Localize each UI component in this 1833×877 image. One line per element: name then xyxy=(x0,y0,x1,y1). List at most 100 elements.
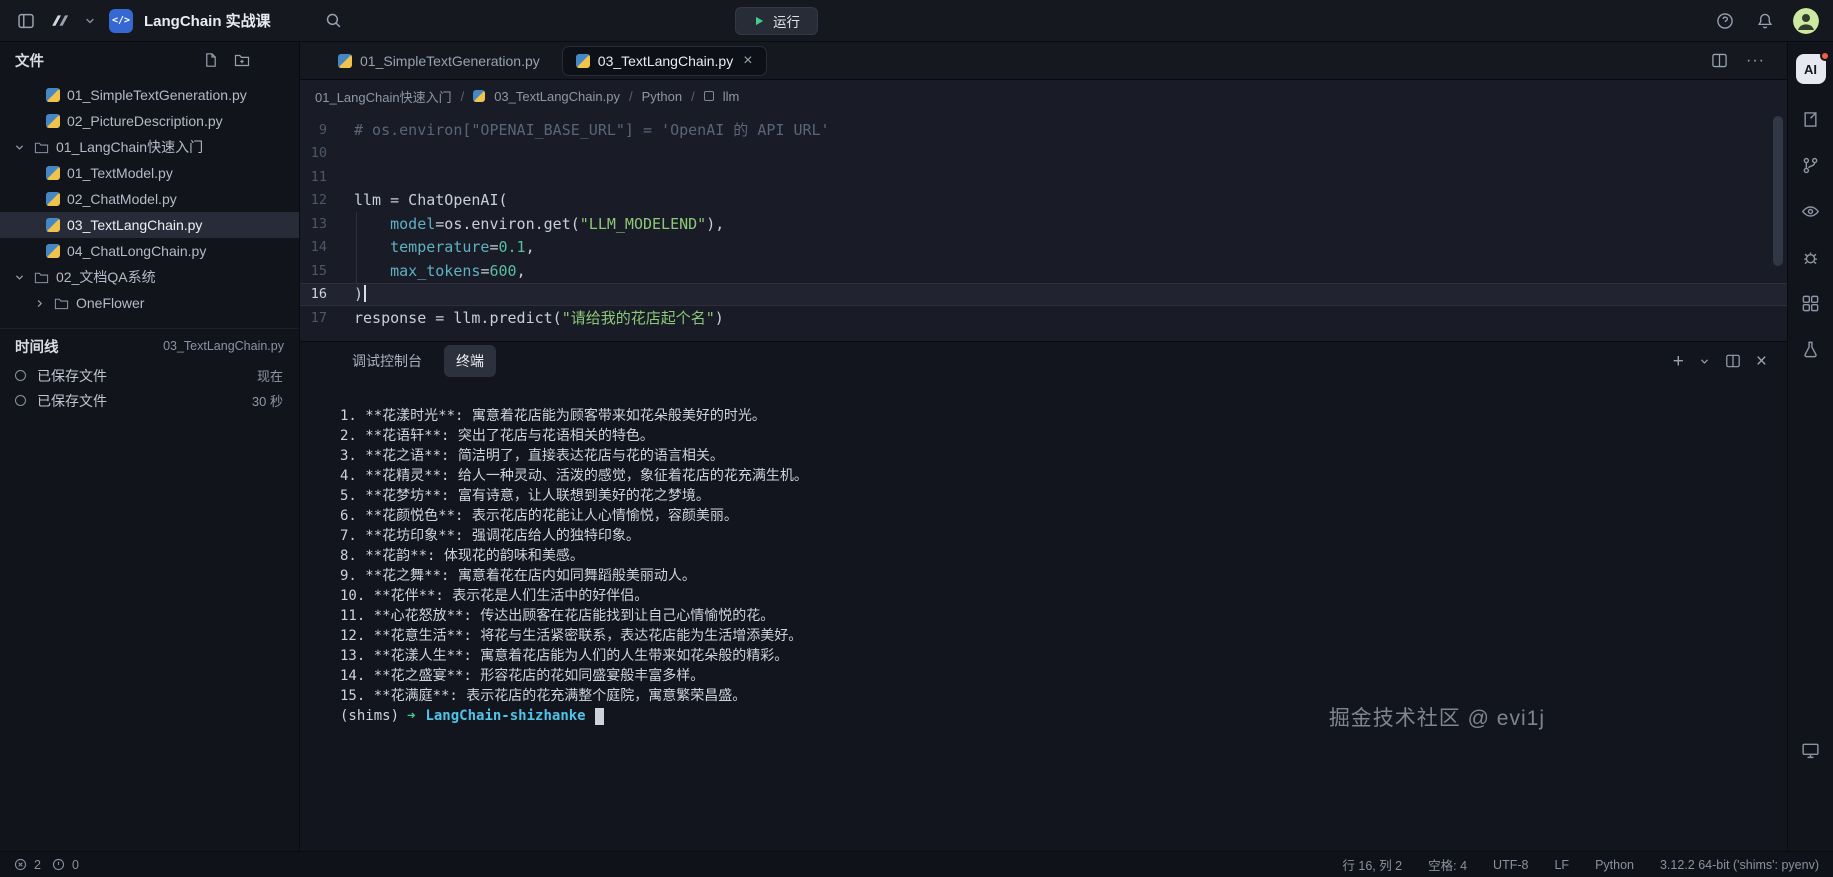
line-number: 12 xyxy=(310,192,327,209)
remote-window-icon[interactable] xyxy=(1800,739,1822,761)
code-line-16[interactable]: 16) xyxy=(300,282,1787,306)
warning-icon xyxy=(52,858,65,871)
breadcrumb-separator: / xyxy=(691,88,695,104)
terminal-output-line: 7. **花坊印象**: 强调花店给人的独特印象。 xyxy=(340,528,640,544)
code-line-9[interactable]: 9 # os.environ["OPENAI_BASE_URL"] = 'Open… xyxy=(300,118,1787,142)
breadcrumb-symbol[interactable]: llm xyxy=(723,89,740,104)
line-number: 11 xyxy=(310,168,327,185)
line-number: 13 xyxy=(310,215,327,232)
problems-indicator[interactable]: 2 0 xyxy=(14,858,83,872)
tab-debug-console[interactable]: 调试控制台 xyxy=(340,345,434,377)
code-line-14[interactable]: 14 temperature=0.1, xyxy=(300,236,1787,260)
statusbar-item[interactable]: LF xyxy=(1554,858,1569,872)
breadcrumb-file[interactable]: 03_TextLangChain.py xyxy=(494,89,620,104)
ai-assistant-icon[interactable]: AI xyxy=(1795,51,1830,84)
menu-icon[interactable] xyxy=(14,9,38,33)
tree-item-02_文档QA系统[interactable]: 02_文档QA系统 xyxy=(0,264,299,290)
new-terminal-icon[interactable]: + xyxy=(1673,352,1684,371)
editor-actions: ··· xyxy=(1711,52,1775,70)
prompt-arrow: ➜ xyxy=(407,708,416,724)
prompt-cwd: LangChain-shizhanke xyxy=(425,708,586,724)
line-number: 9 xyxy=(318,121,327,138)
code-line-17[interactable]: 17 response = llm.predict("请给我的花店起个名") xyxy=(300,306,1787,330)
new-folder-icon[interactable] xyxy=(234,52,250,68)
debug-icon[interactable] xyxy=(1800,246,1822,268)
timeline-entry[interactable]: 已保存文件 现在 xyxy=(0,363,299,388)
terminal-output-line: 1. **花漾时光**: 寓意着花店能为顾客带来如花朵般美好的时光。 xyxy=(340,408,766,424)
code-text: max_tokens=600, xyxy=(390,261,526,280)
breadcrumb-language[interactable]: Python xyxy=(642,89,682,104)
split-panel-icon[interactable] xyxy=(1725,353,1741,369)
close-tab-icon[interactable]: × xyxy=(743,52,752,69)
line-number: 16 xyxy=(310,286,327,303)
statusbar-item[interactable]: 行 16, 列 2 xyxy=(1342,855,1402,874)
bell-icon[interactable] xyxy=(1753,9,1777,33)
tree-item-03_TextLangChain.py[interactable]: 03_TextLangChain.py xyxy=(0,212,299,238)
more-actions-icon[interactable]: ··· xyxy=(1746,52,1765,70)
timeline-entry[interactable]: 已保存文件 30 秒 xyxy=(0,388,299,413)
timeline-label: 已保存文件 xyxy=(37,367,107,384)
statusbar-item[interactable]: 空格: 4 xyxy=(1428,855,1467,874)
tests-icon[interactable] xyxy=(1800,338,1822,360)
terminal-dropdown-icon[interactable] xyxy=(1699,356,1710,367)
breadcrumb-separator: / xyxy=(460,88,465,104)
timeline-header[interactable]: 时间线 03_TextLangChain.py xyxy=(0,329,299,363)
split-editor-icon[interactable] xyxy=(1711,52,1728,69)
tab-terminal[interactable]: 终端 xyxy=(444,345,496,377)
code-line-10[interactable]: 10 xyxy=(300,142,1787,166)
statusbar-item[interactable]: Python xyxy=(1595,858,1634,872)
code-text: ) xyxy=(354,285,367,303)
avatar[interactable] xyxy=(1793,7,1819,34)
project-icon: </> xyxy=(109,8,133,33)
code-editor[interactable]: 9 # os.environ["OPENAI_BASE_URL"] = 'Open… xyxy=(300,112,1787,341)
titlebar: </> LangChain 实战课 运行 xyxy=(0,0,1833,42)
terminal-output-line: 9. **花之舞**: 寓意着花在店内如同舞蹈般美丽动人。 xyxy=(340,568,696,584)
file-tree: 01_SimpleTextGeneration.py 02_PictureDesc… xyxy=(0,78,299,316)
breadcrumb-folder[interactable]: 01_LangChain快速入门 xyxy=(315,87,452,106)
source-control-icon[interactable] xyxy=(1800,154,1822,176)
timeline-time: 现在 xyxy=(256,369,283,384)
terminal-output-line: 10. **花伴**: 表示花是人们生活中的好伴侣。 xyxy=(340,588,649,604)
code-line-15[interactable]: 15 max_tokens=600, xyxy=(300,259,1787,283)
history-dot-icon xyxy=(15,395,26,406)
terminal[interactable]: 1. **花漾时光**: 寓意着花店能为顾客带来如花朵般美好的时光。 2. **花… xyxy=(300,380,1787,851)
editor-tab-01-simpletextgeneration[interactable]: 01_SimpleTextGeneration.py xyxy=(324,46,554,76)
code-line-13[interactable]: 13 model=os.environ.get("LLM_MODELEND"), xyxy=(300,212,1787,236)
tree-item-02_PictureDescription.py[interactable]: 02_PictureDescription.py xyxy=(0,108,299,134)
tree-item-04_ChatLongChain.py[interactable]: 04_ChatLongChain.py xyxy=(0,238,299,264)
tree-item-01_SimpleTextGeneration.py[interactable]: 01_SimpleTextGeneration.py xyxy=(0,82,299,108)
timeline-time: 30 秒 xyxy=(251,394,283,409)
close-panel-icon[interactable]: × xyxy=(1756,352,1767,371)
editor-tab-03-textlangchain[interactable]: 03_TextLangChain.py × xyxy=(561,45,767,76)
titlebar-left: </> LangChain 实战课 xyxy=(14,8,346,33)
tree-item-OneFlower[interactable]: OneFlower xyxy=(0,290,299,316)
tree-item-02_ChatModel.py[interactable]: 02_ChatModel.py xyxy=(0,186,299,212)
help-icon[interactable] xyxy=(1713,9,1737,33)
symbol-icon xyxy=(703,91,714,101)
preview-icon[interactable] xyxy=(1800,200,1822,222)
terminal-output-line: 4. **花精灵**: 给人一种灵动、活泼的感觉，象征着花店的花充满生机。 xyxy=(340,468,808,484)
ide-window: </> LangChain 实战课 运行 文件 01_SimpleTextGen… xyxy=(0,0,1833,877)
breadcrumb-separator: / xyxy=(628,88,633,104)
python-file-icon xyxy=(46,244,60,258)
watermark: 掘金技术社区 @ evi1j xyxy=(1328,707,1545,730)
code-line-12[interactable]: 12 llm = ChatOpenAI( xyxy=(300,189,1787,213)
statusbar-item[interactable]: UTF-8 xyxy=(1493,858,1528,872)
statusbar-item[interactable]: 3.12.2 64-bit ('shims': pyenv) xyxy=(1660,858,1819,872)
extensions-icon[interactable] xyxy=(1800,292,1822,314)
warning-count: 0 xyxy=(71,857,79,872)
editor-scrollbar[interactable] xyxy=(1773,116,1783,266)
line-number: 10 xyxy=(310,145,327,162)
chevron-down-icon[interactable] xyxy=(84,15,98,27)
terminal-output-line: 12. **花意生活**: 将花与生活紧密联系，表达花店能为生活增添美好。 xyxy=(340,628,803,644)
search-icon[interactable] xyxy=(322,9,346,33)
terminal-output-line: 6. **花颜悦色**: 表示花店的花能让人心情愉悦，容颜美丽。 xyxy=(340,508,738,524)
tree-item-01_TextModel.py[interactable]: 01_TextModel.py xyxy=(0,160,299,186)
tree-item-01_LangChain快速入门[interactable]: 01_LangChain快速入门 xyxy=(0,134,299,160)
run-button[interactable]: 运行 xyxy=(735,7,818,35)
timeline-title: 时间线 xyxy=(15,339,59,356)
new-file-icon[interactable] xyxy=(203,52,219,68)
file-export-icon[interactable] xyxy=(1800,108,1822,130)
python-file-icon xyxy=(473,90,486,102)
code-line-11[interactable]: 11 xyxy=(300,165,1787,189)
